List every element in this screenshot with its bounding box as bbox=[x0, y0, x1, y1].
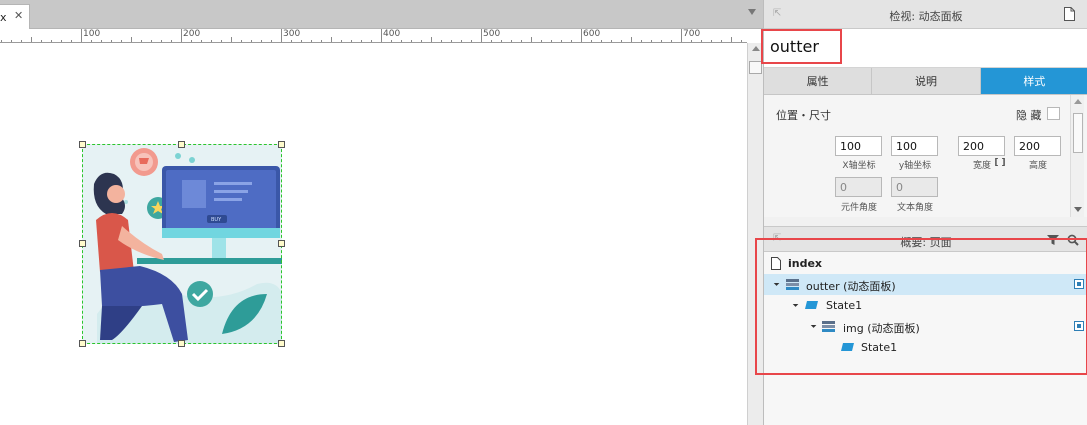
dynamic-panel-badge-icon bbox=[1074, 321, 1084, 331]
outline-title: 概要: 页面 bbox=[900, 236, 952, 249]
height-caption: 高度 bbox=[1028, 161, 1047, 171]
chevron-down-icon[interactable] bbox=[748, 9, 756, 15]
text-rotation-input[interactable]: 0 bbox=[891, 177, 938, 197]
document-tab[interactable]: x ✕ bbox=[0, 4, 30, 29]
resize-handle-s[interactable] bbox=[178, 340, 185, 347]
x-caption: X轴坐标 bbox=[842, 161, 876, 171]
tree-item-label: State1 bbox=[826, 299, 863, 312]
position-size-section: 位置・尺寸 隐 藏 100 X轴坐标 100 y轴坐标 200 宽度 [ ] 2… bbox=[764, 95, 1087, 217]
resize-handle-e[interactable] bbox=[278, 240, 285, 247]
lock-ratio-icon[interactable]: [ ] bbox=[985, 158, 1015, 168]
ruler-label: 700 bbox=[683, 29, 701, 39]
canvas-vertical-scrollbar[interactable] bbox=[747, 43, 763, 425]
outline-tree: index outter (动态面板) State1 img (动态面板) St… bbox=[764, 252, 1087, 425]
scroll-up-arrow-icon[interactable] bbox=[752, 46, 760, 51]
scroll-down-arrow-icon[interactable] bbox=[1074, 207, 1082, 212]
inspector-tabs: 属性 说明 样式 bbox=[764, 68, 1087, 95]
expand-arrow-icon[interactable] bbox=[790, 299, 799, 307]
outline-header: ⇱ 概要: 页面 bbox=[764, 226, 1087, 252]
scroll-up-arrow-icon[interactable] bbox=[1074, 99, 1082, 104]
tree-item-label: img (动态面板) bbox=[843, 322, 920, 335]
page-icon bbox=[771, 257, 781, 270]
resize-handle-se[interactable] bbox=[278, 340, 285, 347]
right-panel: ⇱ 检视: 动态面板 属性 说明 样式 位置・尺寸 隐 藏 100 X轴坐标 1… bbox=[755, 0, 1087, 425]
rotation-caption: 元件角度 bbox=[840, 203, 877, 213]
widget-name-field bbox=[761, 29, 1087, 68]
hide-label: 隐 藏 bbox=[1016, 109, 1042, 122]
inspector-header: ⇱ 检视: 动态面板 bbox=[764, 0, 1087, 29]
tree-item-label: index bbox=[788, 257, 823, 270]
x-input[interactable]: 100 bbox=[835, 136, 882, 156]
section-title: 位置・尺寸 bbox=[776, 109, 831, 122]
dynamic-panel-badge-icon bbox=[1074, 279, 1084, 289]
resize-handle-nw[interactable] bbox=[79, 141, 86, 148]
close-icon[interactable]: ✕ bbox=[14, 9, 23, 22]
filter-icon[interactable] bbox=[1047, 235, 1059, 245]
design-canvas[interactable]: x ✕ 100 200 300 400 500 600 700 BUY bbox=[0, 0, 763, 425]
scrollbar-thumb[interactable] bbox=[749, 61, 762, 74]
properties-scrollbar[interactable] bbox=[1070, 95, 1084, 217]
document-tab-label: x bbox=[0, 11, 7, 24]
ruler-label: 200 bbox=[183, 29, 201, 39]
ruler-label: 600 bbox=[583, 29, 601, 39]
outter-dynamic-panel-widget[interactable]: BUY bbox=[79, 141, 285, 347]
resize-handle-w[interactable] bbox=[79, 240, 86, 247]
tree-item-label: outter (动态面板) bbox=[806, 280, 896, 293]
widget-name-input[interactable] bbox=[770, 37, 1070, 56]
width-input[interactable]: 200 bbox=[958, 136, 1005, 156]
tree-item-index[interactable]: index bbox=[764, 253, 1087, 274]
text-rotation-caption: 文本角度 bbox=[896, 203, 933, 213]
ruler-label: 400 bbox=[383, 29, 401, 39]
tree-item-outter[interactable]: outter (动态面板) bbox=[764, 274, 1087, 295]
expand-arrow-icon[interactable] bbox=[808, 320, 817, 328]
hide-checkbox[interactable] bbox=[1047, 107, 1060, 120]
tab-style[interactable]: 样式 bbox=[980, 68, 1087, 94]
tree-item-state1[interactable]: State1 bbox=[764, 295, 1087, 316]
dynamic-panel-icon bbox=[822, 321, 835, 332]
ruler-ticks bbox=[1, 29, 742, 42]
ruler-label: 300 bbox=[283, 29, 301, 39]
state-icon bbox=[805, 301, 818, 309]
inspector-title: 检视: 动态面板 bbox=[889, 10, 963, 23]
search-icon[interactable] bbox=[1067, 234, 1079, 246]
dynamic-panel-icon bbox=[786, 279, 799, 290]
state-icon bbox=[841, 343, 854, 351]
scrollbar-thumb[interactable] bbox=[1073, 113, 1083, 153]
rotation-input[interactable]: 0 bbox=[835, 177, 882, 197]
resize-handle-sw[interactable] bbox=[79, 340, 86, 347]
selection-outline bbox=[82, 144, 282, 344]
resize-handle-ne[interactable] bbox=[278, 141, 285, 148]
y-caption: y轴坐标 bbox=[898, 161, 932, 171]
ruler-label: 100 bbox=[83, 29, 101, 39]
height-input[interactable]: 200 bbox=[1014, 136, 1061, 156]
tab-notes[interactable]: 说明 bbox=[872, 68, 981, 94]
tree-item-state1-nested[interactable]: State1 bbox=[764, 337, 1087, 358]
tab-properties[interactable]: 属性 bbox=[764, 68, 873, 94]
expand-arrow-icon[interactable] bbox=[771, 278, 780, 286]
tree-item-label: State1 bbox=[861, 341, 898, 354]
page-icon[interactable] bbox=[1064, 7, 1075, 21]
resize-handle-n[interactable] bbox=[178, 141, 185, 148]
document-tab-strip: x ✕ bbox=[0, 0, 763, 29]
horizontal-ruler: 100 200 300 400 500 600 700 bbox=[0, 29, 747, 43]
tree-item-img[interactable]: img (动态面板) bbox=[764, 316, 1087, 337]
ruler-label: 500 bbox=[483, 29, 501, 39]
y-input[interactable]: 100 bbox=[891, 136, 938, 156]
